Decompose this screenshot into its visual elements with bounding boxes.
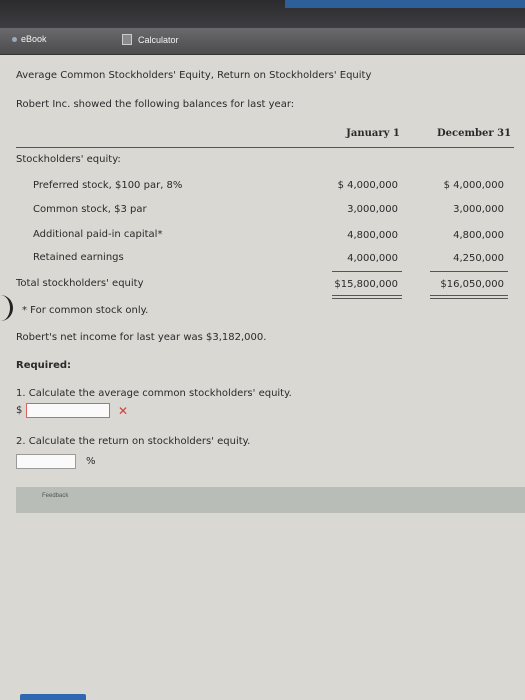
cell-common-jan: 3,000,000	[347, 204, 398, 215]
total-line-dec-1	[430, 295, 508, 296]
cell-common-dec: 3,000,000	[453, 204, 504, 215]
cell-preferred-jan: $ 4,000,000	[337, 180, 398, 191]
ebook-icon	[12, 37, 17, 43]
subtotal-line-dec	[430, 271, 508, 272]
cell-retained-jan: 4,000,000	[347, 253, 398, 264]
problem-content: Average Common Stockholders' Equity, Ret…	[0, 55, 525, 700]
total-line-jan-2	[332, 298, 402, 299]
problem-intro: Robert Inc. showed the following balance…	[16, 99, 295, 110]
subtotal-line-jan	[332, 271, 402, 272]
row-label-retained: Retained earnings	[33, 252, 124, 263]
row-label-total: Total stockholders' equity	[16, 278, 144, 289]
cell-apic-jan: 4,800,000	[347, 230, 398, 241]
tab-ebook[interactable]: eBook	[12, 34, 47, 44]
problem-title: Average Common Stockholders' Equity, Ret…	[16, 70, 372, 81]
browser-top-bar	[0, 0, 525, 28]
footnote: * For common stock only.	[22, 305, 149, 316]
row-label-apic: Additional paid-in capital*	[33, 229, 163, 240]
cell-preferred-dec: $ 4,000,000	[443, 180, 504, 191]
percent-suffix: %	[86, 456, 96, 467]
header-divider	[16, 147, 514, 148]
page-edge-marker	[0, 295, 13, 321]
bottom-blue-button[interactable]	[20, 694, 86, 700]
question-2-text: 2. Calculate the return on stockholders'…	[16, 436, 251, 447]
total-line-dec-2	[430, 298, 508, 299]
section-label: Stockholders' equity:	[16, 154, 121, 165]
cell-retained-dec: 4,250,000	[453, 253, 504, 264]
tab-ebook-label: eBook	[21, 34, 47, 44]
tab-bar: eBook Calculator	[0, 28, 525, 55]
feedback-bar[interactable]: Feedback	[16, 487, 525, 513]
question-1-text: 1. Calculate the average common stockhol…	[16, 388, 292, 399]
feedback-label: Feedback	[42, 493, 69, 499]
tab-calculator-label: Calculator	[138, 35, 179, 45]
cell-apic-dec: 4,800,000	[453, 230, 504, 241]
top-blue-strip	[285, 0, 525, 8]
row-label-common: Common stock, $3 par	[33, 204, 147, 215]
tab-calculator[interactable]: Calculator	[122, 34, 179, 45]
net-income-text: Robert's net income for last year was $3…	[16, 332, 267, 343]
question-1-dollar-sign: $	[16, 405, 23, 416]
total-line-jan-1	[332, 295, 402, 296]
column-header-january: January 1	[346, 128, 400, 139]
incorrect-x-icon: ✕	[118, 404, 129, 418]
cell-total-jan: $15,800,000	[334, 279, 398, 290]
column-header-december: December 31	[436, 128, 512, 139]
row-label-preferred: Preferred stock, $100 par, 8%	[33, 180, 183, 191]
cell-total-dec: $16,050,000	[440, 279, 504, 290]
calculator-icon	[122, 34, 132, 45]
required-heading: Required:	[16, 360, 72, 371]
return-on-equity-input[interactable]	[16, 454, 76, 469]
average-equity-input[interactable]	[26, 403, 110, 418]
